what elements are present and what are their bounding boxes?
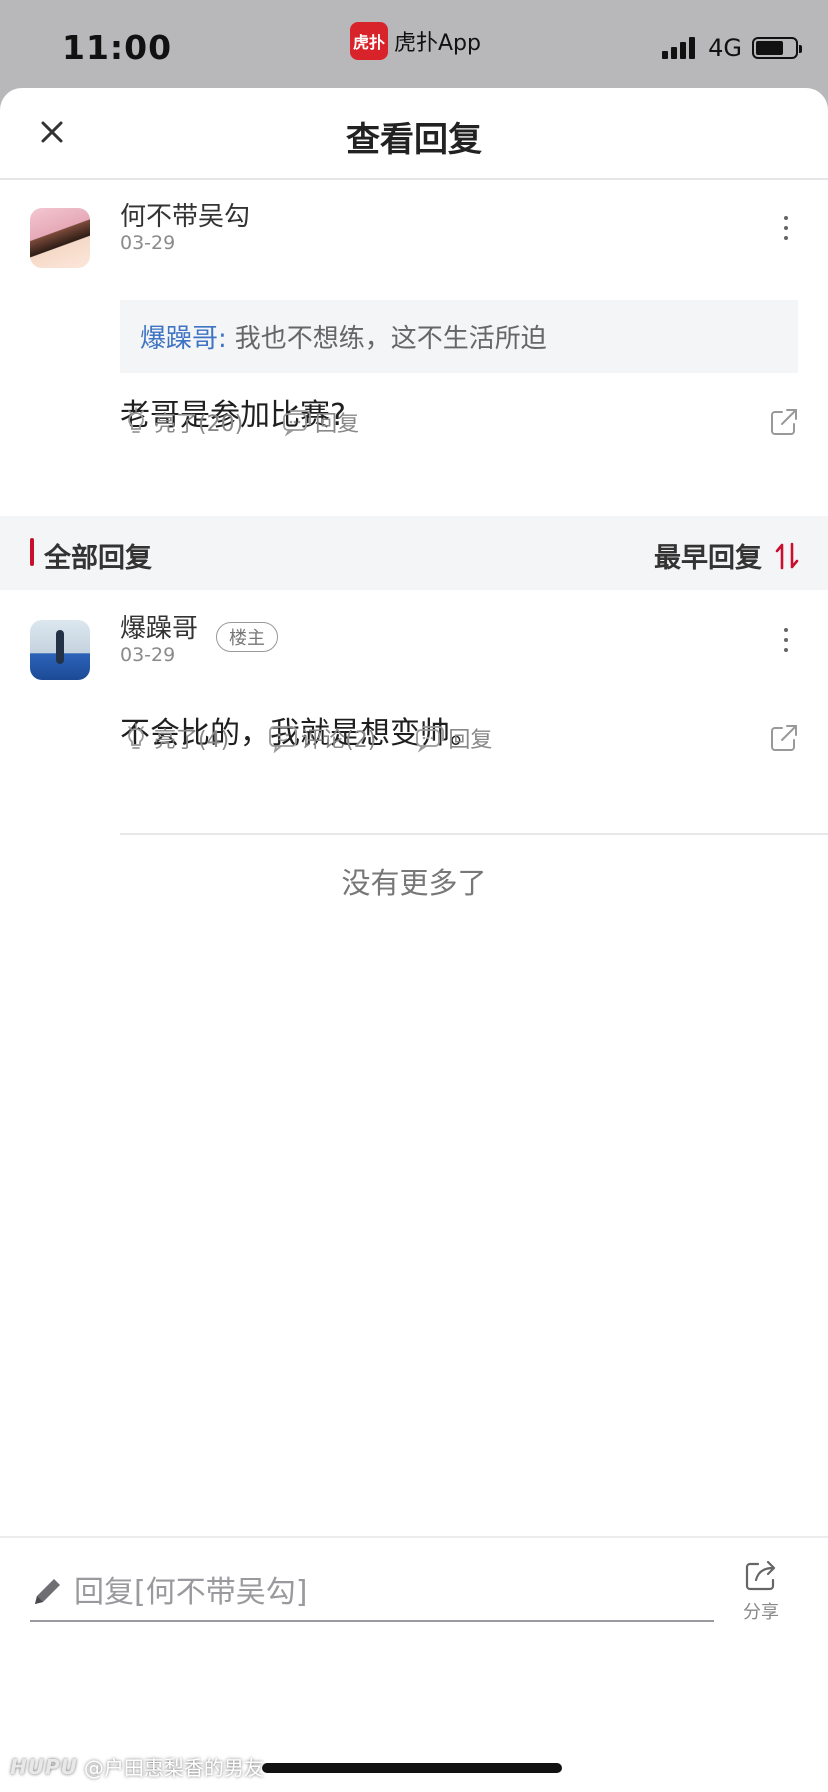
- post-date: 03-29: [120, 232, 176, 254]
- no-more-text: 没有更多了: [341, 866, 487, 900]
- like-button[interactable]: 亮了(20): [120, 406, 243, 438]
- comment-label: 评论(2): [301, 728, 377, 753]
- reply-actions: 亮了(4) 评论(2) 回复: [120, 718, 828, 758]
- comment-icon: [269, 726, 298, 754]
- like-button[interactable]: 亮了(4): [120, 722, 229, 754]
- watermark-text: @户田惠梨香的男友: [83, 1756, 264, 1780]
- share-icon: [745, 1560, 776, 1591]
- status-bar: 11:00 虎扑 虎扑App 4G: [0, 0, 828, 88]
- share-button[interactable]: 分享: [726, 1556, 796, 1624]
- reply-date: 03-29: [120, 644, 176, 666]
- avatar[interactable]: [30, 208, 90, 268]
- reply-input[interactable]: [74, 1574, 674, 1610]
- quoted-reply: 爆躁哥: 我也不想练，这不生活所迫: [120, 300, 798, 373]
- share-label: 分享: [743, 1602, 779, 1623]
- page-title: 查看回复: [346, 120, 482, 160]
- hupu-app-icon-glyph: 虎扑: [352, 33, 385, 52]
- lightbulb-icon: [128, 407, 144, 433]
- section-marker: [30, 538, 34, 566]
- status-indicators: 4G: [662, 34, 802, 62]
- section-title: 全部回复: [44, 543, 152, 574]
- author-name[interactable]: 爆躁哥: [120, 608, 198, 645]
- sort-icon: [775, 542, 799, 569]
- like-label: 亮了(4): [154, 728, 230, 753]
- hupu-app-icon: 虎扑: [350, 22, 388, 60]
- hupu-watermark-logo: HUPU: [10, 1754, 78, 1779]
- reply-label: 回复: [448, 728, 493, 753]
- reply-button[interactable]: 回复: [414, 722, 492, 754]
- sheet-header: 查看回复: [0, 88, 828, 180]
- share-icon[interactable]: [768, 406, 800, 438]
- watermark: HUPU @户田惠梨香的男友: [10, 1752, 264, 1781]
- reply-icon: [416, 726, 445, 753]
- reply-sheet: 查看回复 何不带吴勾 03-29 爆躁哥: 我也不想练，这不生活所迫 老哥是参加…: [0, 88, 828, 1792]
- more-options-icon[interactable]: [776, 620, 796, 660]
- reply-label: 回复: [315, 412, 360, 437]
- battery-level: [756, 41, 783, 55]
- reply-button[interactable]: 回复: [281, 406, 359, 438]
- quote-text: 我也不想练，这不生活所迫: [234, 324, 547, 354]
- lightbulb-icon: [128, 723, 144, 749]
- more-options-icon[interactable]: [776, 208, 796, 248]
- return-to-app[interactable]: 虎扑 虎扑App: [350, 22, 481, 60]
- post-actions: 亮了(20) 回复: [120, 402, 828, 442]
- app-label: 虎扑App: [394, 31, 481, 56]
- like-label: 亮了(20): [154, 412, 244, 437]
- status-time: 11:00: [62, 28, 173, 67]
- pencil-icon: [35, 1579, 60, 1604]
- comment-button[interactable]: 评论(2): [267, 722, 376, 754]
- sort-label: 最早回复: [654, 543, 762, 574]
- owner-badge: 楼主: [216, 622, 278, 652]
- reply-input-wrapper[interactable]: [30, 1564, 714, 1622]
- bottom-reply-bar: 分享: [0, 1536, 828, 1704]
- home-indicator[interactable]: [262, 1763, 562, 1773]
- signal-icon: [662, 37, 698, 59]
- network-type: 4G: [708, 34, 742, 62]
- avatar[interactable]: [30, 620, 90, 680]
- quote-author[interactable]: 爆躁哥:: [140, 318, 227, 355]
- divider: [120, 833, 828, 835]
- all-replies-bar: 全部回复 最早回复: [0, 516, 828, 590]
- author-name[interactable]: 何不带吴勾: [120, 196, 250, 233]
- reply-icon: [283, 410, 312, 437]
- battery-icon: [752, 37, 802, 59]
- share-icon[interactable]: [768, 722, 800, 754]
- sort-button[interactable]: 最早回复: [654, 536, 800, 575]
